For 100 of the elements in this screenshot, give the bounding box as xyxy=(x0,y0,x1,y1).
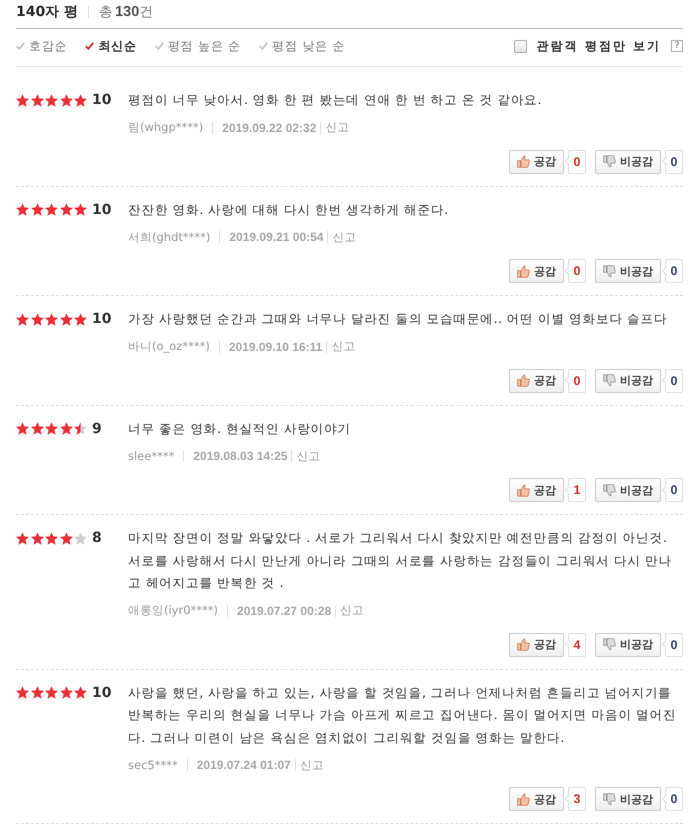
star-icon xyxy=(60,312,72,326)
check-icon xyxy=(85,42,94,50)
star-icon xyxy=(74,686,87,700)
author-name: 서희(ghdt****) xyxy=(128,230,210,244)
sort-option[interactable]: 호감순 xyxy=(16,38,68,54)
review-date: 2019.08.03 14:25 xyxy=(193,449,288,463)
rating-score: 10 xyxy=(92,202,112,218)
star-icon xyxy=(60,203,72,216)
review-date: 2019.09.22 02:32 xyxy=(222,120,316,134)
like-button[interactable]: 공감 xyxy=(509,150,564,174)
rating-score: 9 xyxy=(92,420,102,437)
like-button[interactable]: 공감 xyxy=(509,787,564,811)
star-icon xyxy=(74,94,87,107)
review-date: 2019.07.24 01:07 xyxy=(196,758,291,772)
dislike-count: 0 xyxy=(661,368,683,392)
star-icon xyxy=(45,94,58,107)
star-icon xyxy=(60,686,72,700)
check-icon xyxy=(259,42,268,50)
author-name: 바니(o_oz****) xyxy=(128,339,210,354)
dislike-count: 0 xyxy=(661,150,683,174)
star-icon xyxy=(16,422,29,436)
star-icon xyxy=(60,422,72,436)
filter-label: 관람객 평점만 보기 xyxy=(536,38,661,54)
star-icon xyxy=(45,422,58,436)
star-icon xyxy=(74,203,87,216)
review-date: 2019.07.27 00:28 xyxy=(237,604,332,618)
dislike-button[interactable]: 비공감 xyxy=(595,150,661,174)
star-icon xyxy=(74,532,87,545)
review-text: 너무 좋은 영화. 현실적인 사랑이야기 xyxy=(128,420,352,438)
like-count: 0 xyxy=(564,150,586,174)
review-text: 평점이 너무 낮아서. 영화 한 편 봤는데 연애 한 번 하고 온 것 같아요. xyxy=(128,91,544,109)
star-icon xyxy=(30,94,44,107)
sort-option[interactable]: 최신순 xyxy=(85,38,137,54)
review-date: 2019.09.21 00:54 xyxy=(229,230,324,244)
sort-option[interactable]: 평점 낮은 순 xyxy=(259,38,346,54)
dislike-button[interactable]: 비공감 xyxy=(595,368,661,392)
help-button[interactable]: ? xyxy=(671,40,683,52)
like-button[interactable]: 공감 xyxy=(509,259,564,283)
star-icon xyxy=(16,94,29,107)
star-icon xyxy=(45,686,58,700)
thumbs-up-icon xyxy=(517,792,530,806)
author-name: 림(whgp****) xyxy=(128,120,204,135)
thumbs-up-icon xyxy=(517,264,530,278)
star-icon xyxy=(74,312,87,326)
dislike-count: 0 xyxy=(661,478,683,502)
dislike-button[interactable]: 비공감 xyxy=(595,259,661,283)
review-text: 마지막 장면이 정말 와닿았다 . 서로가 그리워서 다시 찾았지만 예전만큼의 감정이 아닌것. 서로를 사랑해서 다시 만난게 아니라 그때의 서로를 사랑하는 감정들이 그리워서 다시 만나고 헤어지고를 반복한 것 . xyxy=(128,529,673,592)
review-date: 2019.09.10 16:11 xyxy=(228,340,322,354)
like-count: 1 xyxy=(564,478,586,502)
like-count: 3 xyxy=(564,787,586,811)
rating-score: 10 xyxy=(92,92,112,108)
thumbs-down-icon xyxy=(603,792,616,806)
author-name: sec5**** xyxy=(128,758,178,772)
review-text: 사랑을 했던, 사랑을 하고 있는, 사랑을 할 것임을, 그러나 언제나처럼 흔들리고 넘어지기를 반복하는 우리의 현실을 너무나 가슴 아프게 찌르고 집어낸다. 몸이 멀어지면 마음이 멀어진다. 그러나 미련이 남은 욕심은 염치없이 그리워할 것임을 영화는 말한다. xyxy=(128,684,678,746)
star-icon xyxy=(16,312,29,326)
star-icon xyxy=(16,686,29,700)
author-name: slee**** xyxy=(128,449,174,463)
check-icon xyxy=(154,42,164,50)
like-button[interactable]: 공감 xyxy=(509,632,564,656)
review-text: 잔잔한 영화. 사랑에 대해 다시 한번 생각하게 해준다. xyxy=(128,200,450,218)
dislike-count: 0 xyxy=(661,632,683,656)
thumbs-down-icon xyxy=(603,374,616,387)
like-count: 0 xyxy=(564,368,586,392)
rating-score: 10 xyxy=(92,311,112,328)
filter-checkbox[interactable] xyxy=(514,40,527,52)
thumbs-up-icon xyxy=(517,374,530,387)
rating-score: 10 xyxy=(92,684,112,701)
thumbs-up-icon xyxy=(517,155,530,168)
star-icon xyxy=(30,532,44,545)
star-icon xyxy=(30,686,44,700)
star-icon xyxy=(30,312,44,326)
thumbs-up-icon xyxy=(517,484,530,496)
thumbs-down-icon xyxy=(603,638,616,651)
star-icon xyxy=(60,94,72,107)
star-icon xyxy=(30,203,44,216)
check-icon xyxy=(16,42,25,50)
thumbs-down-icon xyxy=(603,155,616,168)
star-icon xyxy=(16,532,29,545)
section-title: 140자 평 xyxy=(16,2,78,20)
author-name: 애롱잉(iyr0****) xyxy=(128,603,218,618)
dislike-count: 0 xyxy=(661,259,683,283)
like-button[interactable]: 공감 xyxy=(509,368,564,392)
like-count: 4 xyxy=(564,632,586,656)
review-text: 가장 사랑했던 순간과 그때와 너무나 달라진 둘의 모습때문에.. 어떤 이별 영화보다 슬프다 xyxy=(128,310,668,328)
like-button[interactable]: 공감 xyxy=(509,478,564,502)
rating-score: 8 xyxy=(92,530,102,546)
thumbs-down-icon xyxy=(603,484,616,496)
dislike-button[interactable]: 비공감 xyxy=(595,787,661,811)
dislike-count: 0 xyxy=(661,787,683,811)
star-icon xyxy=(60,532,72,545)
star-icon xyxy=(45,203,58,216)
sort-option[interactable]: 평점 높은 순 xyxy=(154,38,242,54)
star-icon xyxy=(30,422,44,436)
star-icon xyxy=(74,422,87,436)
star-icon xyxy=(45,532,58,545)
dislike-button[interactable]: 비공감 xyxy=(595,478,661,502)
thumbs-down-icon xyxy=(603,264,616,278)
dislike-button[interactable]: 비공감 xyxy=(595,632,661,656)
star-icon xyxy=(45,312,58,326)
thumbs-up-icon xyxy=(517,638,530,651)
